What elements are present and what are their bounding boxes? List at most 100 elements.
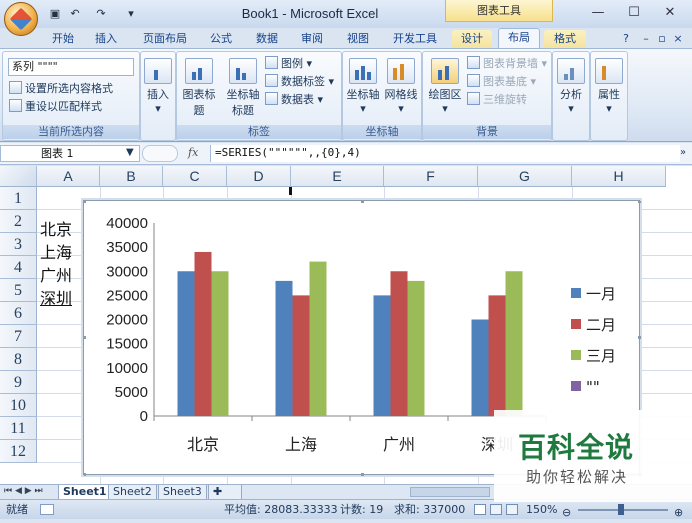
legend-button[interactable]: 图例 ▾: [265, 56, 312, 72]
chart-floor-button[interactable]: 图表基底 ▾: [467, 74, 536, 90]
normal-view-icon[interactable]: [474, 504, 486, 515]
properties-button[interactable]: 属性 ▾: [589, 56, 629, 118]
cell-a2[interactable]: 北京: [37, 218, 72, 241]
data-table-label: 数据表: [281, 93, 314, 106]
sheet-tab-sheet3[interactable]: Sheet3: [158, 485, 207, 500]
rotation-3d-button[interactable]: 三维旋转: [467, 92, 527, 108]
zoom-in-icon[interactable]: ⊕: [674, 503, 683, 523]
data-labels-button[interactable]: 数据标签 ▾: [265, 74, 334, 90]
zoom-level[interactable]: 150%: [526, 500, 557, 520]
group-background: 绘图区 ▾ 图表背景墙 ▾ 图表基底 ▾ 三维旋转 背景: [422, 51, 552, 141]
analysis-button[interactable]: 分析 ▾: [551, 56, 591, 118]
column-header-d[interactable]: D: [227, 166, 291, 187]
row-header-11[interactable]: 11: [0, 417, 37, 440]
tab-review[interactable]: 审阅: [292, 30, 332, 48]
sheet-tab-sheet2[interactable]: Sheet2: [108, 485, 157, 500]
tab-design[interactable]: 设计: [452, 30, 492, 48]
tab-home[interactable]: 开始: [46, 30, 80, 48]
column-header-b[interactable]: B: [100, 166, 163, 187]
name-box-dropdown-icon[interactable]: ▼: [126, 147, 134, 158]
redo-icon[interactable]: ↷: [92, 6, 110, 22]
row-header-7[interactable]: 7: [0, 325, 37, 348]
row-header-9[interactable]: 9: [0, 371, 37, 394]
status-count: 计数: 19: [340, 503, 384, 516]
expand-formula-icon[interactable]: »: [680, 147, 686, 158]
row-header-1[interactable]: 1: [0, 187, 37, 210]
axis-title-button[interactable]: 坐标轴标题: [223, 56, 263, 118]
undo-icon[interactable]: ↶: [66, 6, 84, 22]
reset-style-label: 重设以匹配样式: [25, 100, 102, 113]
tab-page-layout[interactable]: 页面布局: [134, 30, 196, 48]
tab-insert[interactable]: 插入: [88, 30, 124, 48]
cell-a3[interactable]: 上海: [37, 241, 72, 264]
close-button[interactable]: ✕: [656, 4, 684, 22]
column-header-c[interactable]: C: [163, 166, 227, 187]
zoom-out-icon[interactable]: ⊖: [562, 503, 571, 523]
select-all-corner[interactable]: [0, 166, 37, 187]
tab-format[interactable]: 格式: [544, 30, 586, 48]
row-header-5[interactable]: 5: [0, 279, 37, 302]
tab-layout[interactable]: 布局: [498, 28, 540, 50]
formula-zoom-icon[interactable]: [142, 145, 178, 162]
bar-1-3: [373, 295, 391, 416]
ribbon-minimize-icon[interactable]: –: [640, 30, 652, 48]
axes-button[interactable]: 坐标轴 ▾: [343, 56, 383, 118]
row-header-2[interactable]: 2: [0, 210, 37, 233]
sheet-nav-icons[interactable]: ⏮ ◀ ▶ ⏭: [4, 486, 43, 496]
tab-developer[interactable]: 开发工具: [384, 30, 446, 48]
group-properties: 属性 ▾: [590, 51, 628, 141]
tab-view[interactable]: 视图: [340, 30, 376, 48]
chart-resize-handle: [84, 201, 86, 203]
row-header-10[interactable]: 10: [0, 394, 37, 417]
column-header-h[interactable]: H: [572, 166, 666, 187]
page-break-view-icon[interactable]: [506, 504, 518, 515]
maximize-button[interactable]: ☐: [620, 4, 648, 22]
legend-label-3: 三月: [586, 347, 616, 365]
horizontal-scrollbar[interactable]: [410, 487, 490, 497]
gridlines-button[interactable]: 网格线 ▾: [381, 56, 421, 118]
insert-function-icon[interactable]: fx: [188, 146, 204, 159]
help-icon[interactable]: ?: [618, 30, 634, 48]
plot-area-button[interactable]: 绘图区 ▾: [425, 56, 465, 118]
bar-1-2: [275, 280, 293, 416]
ribbon-close-icon[interactable]: ×: [672, 30, 684, 48]
row-header-6[interactable]: 6: [0, 302, 37, 325]
data-table-button[interactable]: 数据表 ▾: [265, 92, 323, 108]
chart-element-selector[interactable]: 系列 """": [8, 58, 134, 76]
macro-record-icon[interactable]: [40, 504, 54, 515]
name-box[interactable]: 图表 1: [0, 145, 140, 162]
minimize-button[interactable]: —: [584, 4, 612, 22]
row-header-12[interactable]: 12: [0, 440, 37, 463]
zoom-slider-thumb[interactable]: [618, 504, 624, 515]
page-layout-view-icon[interactable]: [490, 504, 502, 515]
customize-qat-icon[interactable]: ▾: [122, 6, 140, 22]
column-header-a[interactable]: A: [37, 166, 100, 187]
column-header-f[interactable]: F: [384, 166, 478, 187]
column-header-g[interactable]: G: [478, 166, 572, 187]
sheet-tab-sheet1[interactable]: Sheet1: [58, 485, 112, 500]
ribbon-restore-icon[interactable]: ▫: [656, 30, 668, 48]
tab-data[interactable]: 数据: [248, 30, 286, 48]
formula-input[interactable]: =SERIES("""""",,{0},4): [210, 145, 680, 162]
row-header-4[interactable]: 4: [0, 256, 37, 279]
chart-wall-button[interactable]: 图表背景墙 ▾: [467, 56, 547, 72]
status-average: 平均值: 28083.33333: [224, 503, 338, 516]
format-selection-button[interactable]: 设置所选内容格式: [9, 81, 113, 97]
row-header-8[interactable]: 8: [0, 348, 37, 371]
row-header-3[interactable]: 3: [0, 233, 37, 256]
column-header-e[interactable]: E: [291, 166, 384, 187]
office-button[interactable]: [4, 2, 38, 36]
cell-a5[interactable]: 深圳: [37, 287, 72, 310]
cell-a4[interactable]: 广州: [37, 264, 72, 287]
y-tick-label: 35000: [106, 239, 148, 256]
insert-sheet-icon[interactable]: ✚: [208, 485, 242, 500]
chart-floor-icon: [467, 74, 480, 87]
chart-title-button[interactable]: 图表标题: [179, 56, 219, 118]
save-icon[interactable]: ▣: [46, 6, 64, 22]
reset-style-button[interactable]: 重设以匹配样式: [9, 99, 102, 115]
chart-resize-handle: [84, 473, 86, 476]
insert-button[interactable]: 插入 ▾: [138, 56, 178, 118]
chart-floor-label: 图表基底: [483, 75, 527, 88]
tab-formulas[interactable]: 公式: [202, 30, 240, 48]
data-labels-label: 数据标签: [281, 75, 325, 88]
